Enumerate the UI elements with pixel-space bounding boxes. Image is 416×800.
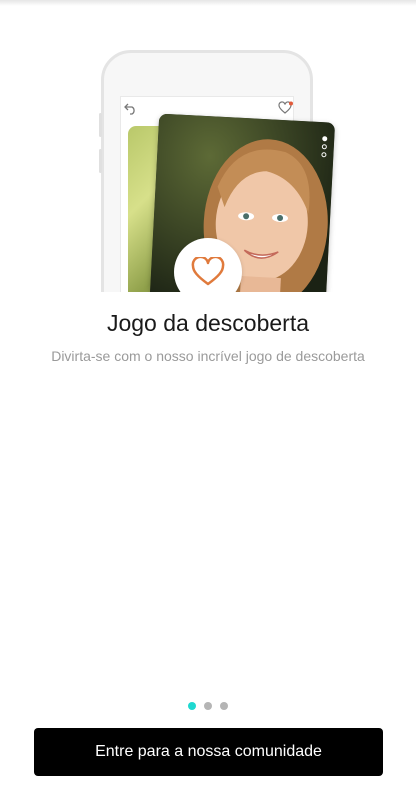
heart-icon [191, 257, 225, 286]
page-dot-1[interactable] [188, 702, 196, 710]
undo-icon [124, 103, 135, 115]
discovery-illustration [0, 40, 416, 292]
phone-side-button [99, 149, 102, 173]
page-dot-3[interactable] [220, 702, 228, 710]
page-dot-2[interactable] [204, 702, 212, 710]
status-bar-shadow [0, 0, 416, 6]
card-menu-dots [321, 136, 328, 160]
page-indicator [0, 702, 416, 712]
join-community-button[interactable]: Entre para a nossa comunidade [34, 728, 383, 776]
heart-notification-icon [278, 101, 293, 114]
page-subtitle: Divirta-se com o nosso incrível jogo de … [51, 348, 365, 364]
page-title: Jogo da descoberta [106, 310, 310, 336]
phone-side-button [99, 113, 102, 137]
